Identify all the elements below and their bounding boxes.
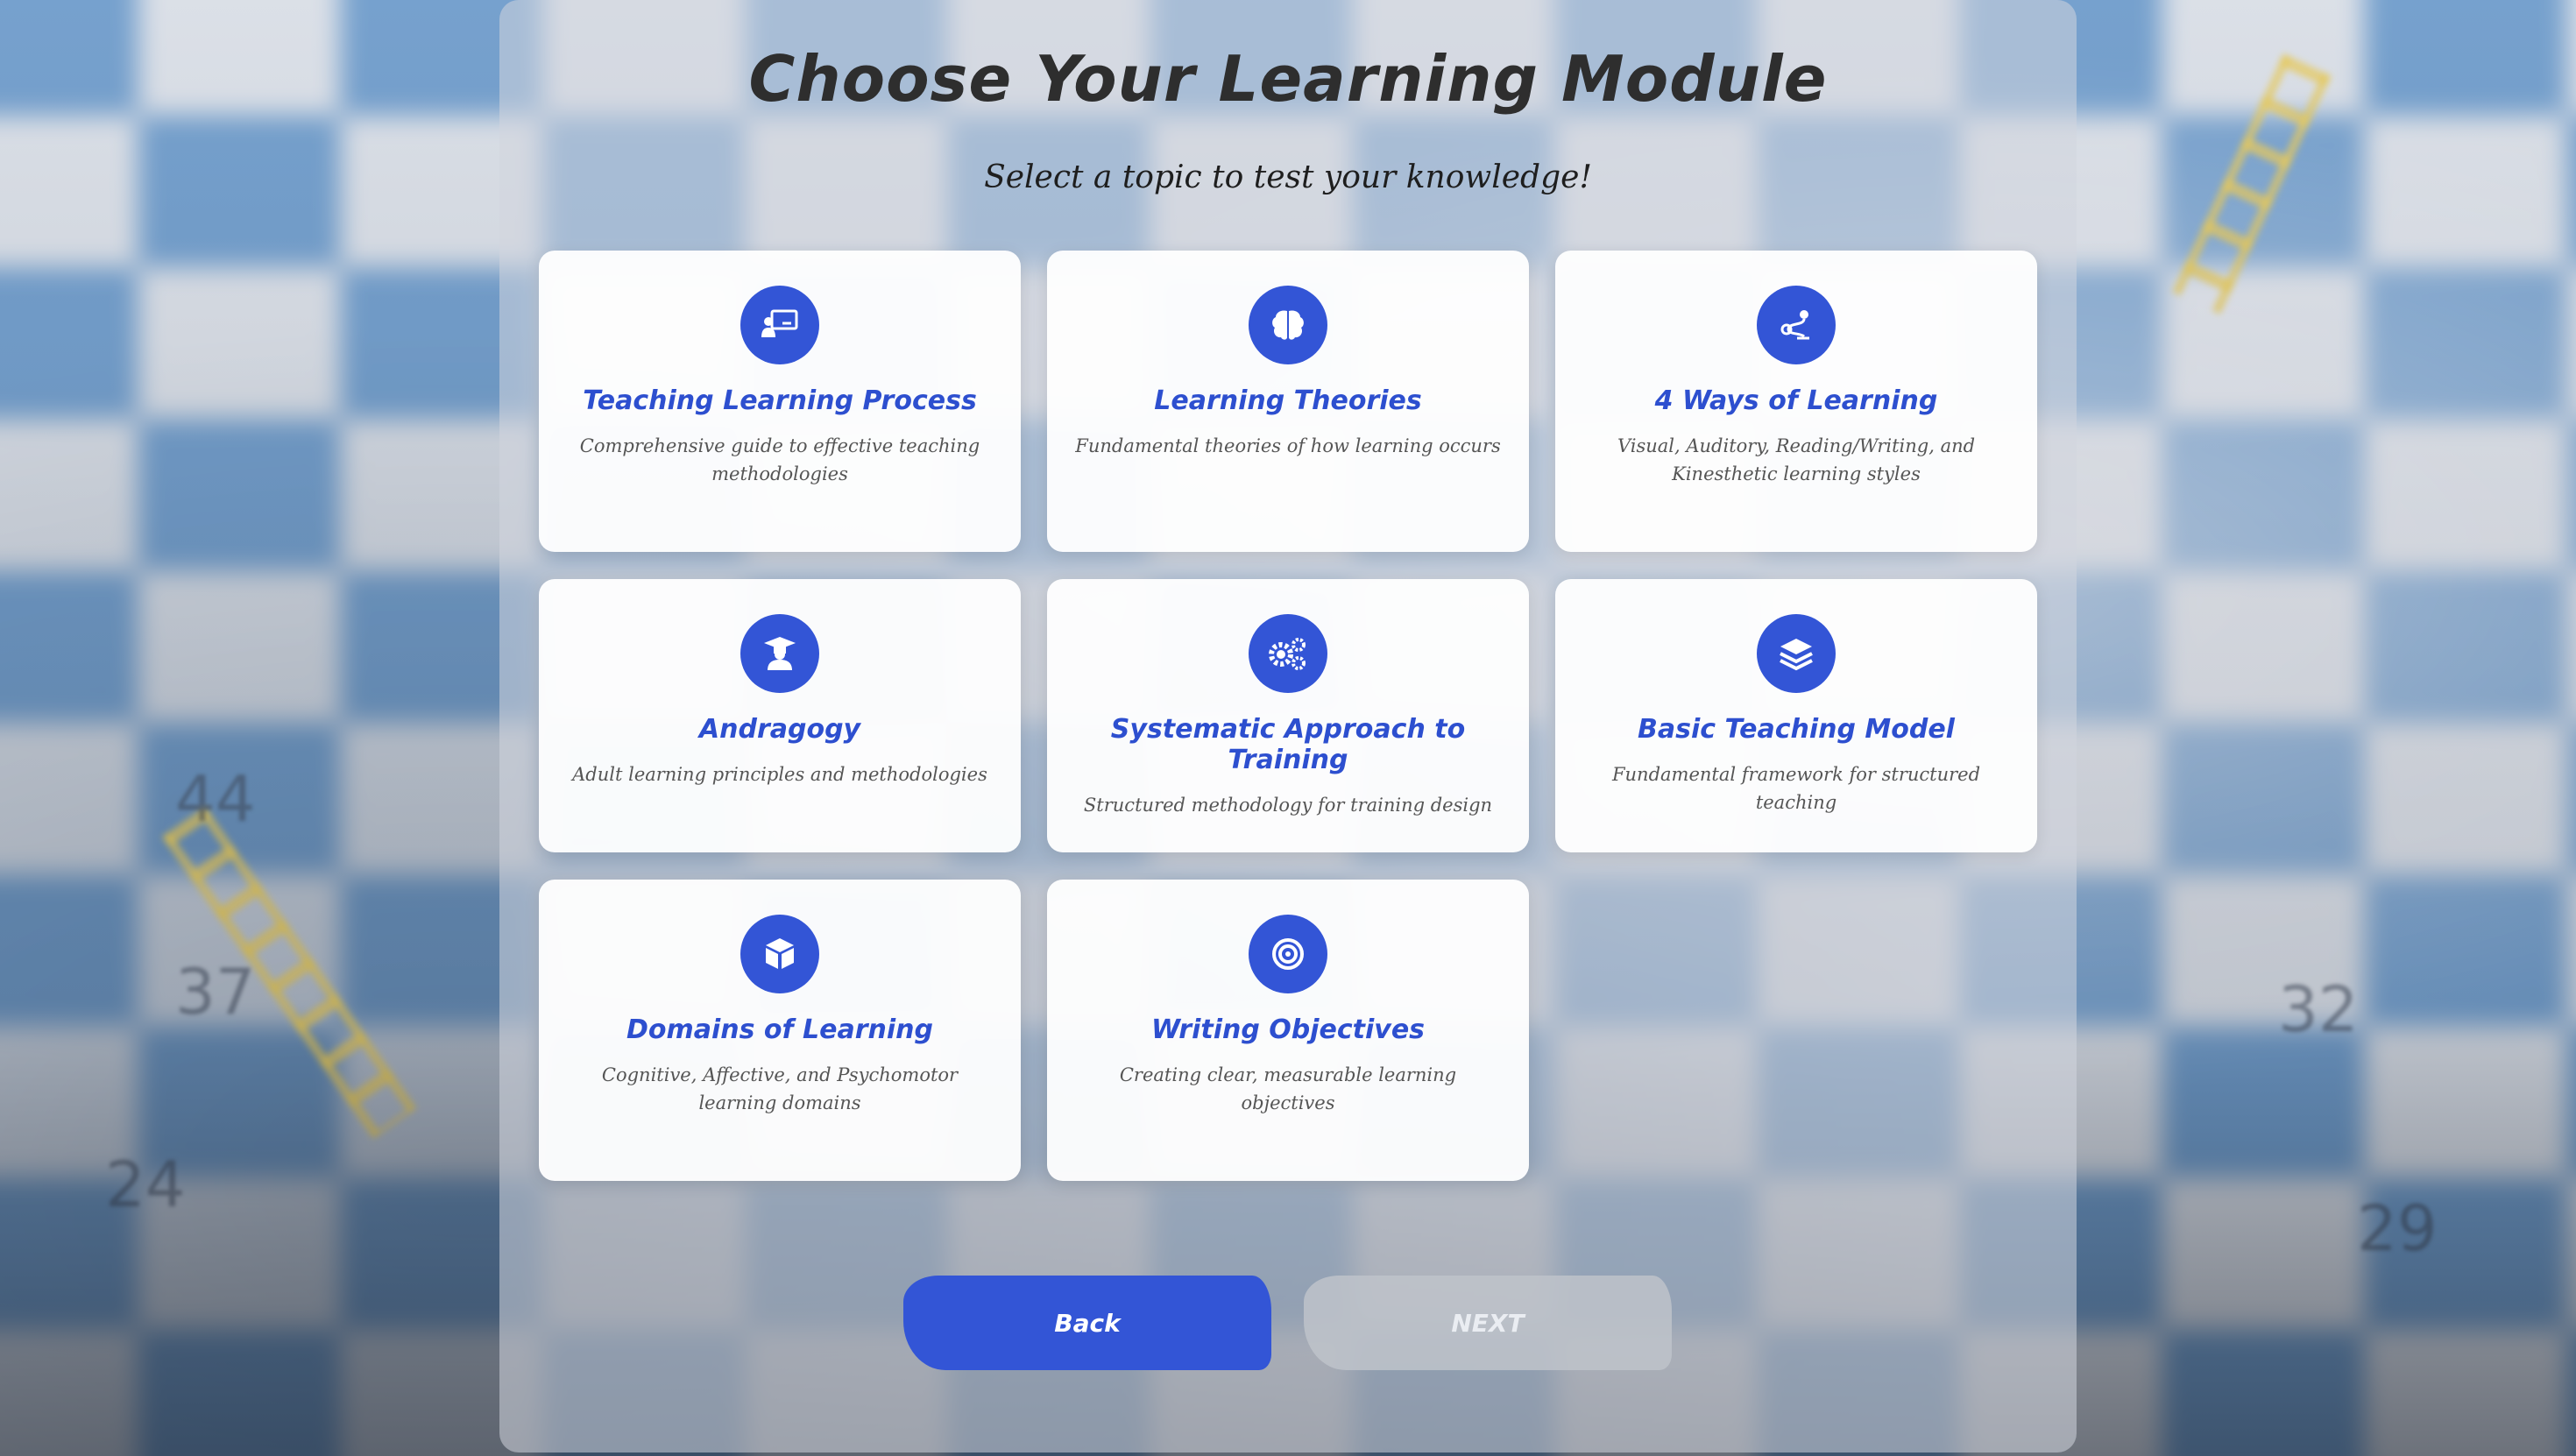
brain-icon bbox=[1249, 286, 1327, 364]
module-card-andragogy[interactable]: Andragogy Adult learning principles and … bbox=[539, 579, 1021, 852]
module-card-writing-objectives[interactable]: Writing Objectives Creating clear, measu… bbox=[1047, 880, 1529, 1181]
module-title: Andragogy bbox=[698, 714, 861, 745]
module-description: Cognitive, Affective, and Psychomotor le… bbox=[601, 1064, 959, 1113]
module-title: 4 Ways of Learning bbox=[1654, 385, 1938, 416]
module-card-teaching-learning-process[interactable]: Teaching Learning Process Comprehensive … bbox=[539, 251, 1021, 552]
module-description: Fundamental framework for structured tea… bbox=[1611, 764, 1981, 813]
module-description: Visual, Auditory, Reading/Writing, and K… bbox=[1617, 435, 1976, 484]
module-description: Adult learning principles and methodolog… bbox=[572, 764, 987, 785]
module-selection-panel: Choose Your Learning Module Select a top… bbox=[499, 0, 2077, 1452]
module-description: Creating clear, measurable learning obje… bbox=[1119, 1064, 1457, 1113]
module-card-systematic-approach-to-training[interactable]: Systematic Approach to Training Structur… bbox=[1047, 579, 1529, 852]
page-subtitle: Select a topic to test your knowledge! bbox=[984, 159, 1592, 195]
module-title: Basic Teaching Model bbox=[1638, 714, 1955, 745]
module-title: Writing Objectives bbox=[1150, 1014, 1426, 1045]
gears-icon bbox=[1249, 614, 1327, 693]
module-title: Systematic Approach to Training bbox=[1110, 714, 1466, 775]
module-description: Comprehensive guide to effective teachin… bbox=[579, 435, 980, 484]
module-card-basic-teaching-model[interactable]: Basic Teaching Model Fundamental framewo… bbox=[1555, 579, 2037, 852]
graduate-icon bbox=[740, 614, 819, 693]
cube-icon bbox=[740, 915, 819, 993]
back-button[interactable]: Back bbox=[903, 1276, 1271, 1370]
teacher-board-icon bbox=[740, 286, 819, 364]
module-title: Learning Theories bbox=[1154, 385, 1422, 416]
module-title: Domains of Learning bbox=[626, 1014, 934, 1045]
module-description: Fundamental theories of how learning occ… bbox=[1075, 435, 1501, 456]
next-button[interactable]: NEXT bbox=[1304, 1276, 1672, 1370]
layers-icon bbox=[1757, 614, 1836, 693]
module-description: Structured methodology for training desi… bbox=[1083, 795, 1493, 816]
module-card-4-ways-of-learning[interactable]: 4 Ways of Learning Visual, Auditory, Rea… bbox=[1555, 251, 2037, 552]
route-icon bbox=[1757, 286, 1836, 364]
module-card-domains-of-learning[interactable]: Domains of Learning Cognitive, Affective… bbox=[539, 880, 1021, 1181]
module-card-learning-theories[interactable]: Learning Theories Fundamental theories o… bbox=[1047, 251, 1529, 552]
target-icon bbox=[1249, 915, 1327, 993]
page-title: Choose Your Learning Module bbox=[748, 42, 1828, 116]
module-title: Teaching Learning Process bbox=[583, 385, 977, 416]
